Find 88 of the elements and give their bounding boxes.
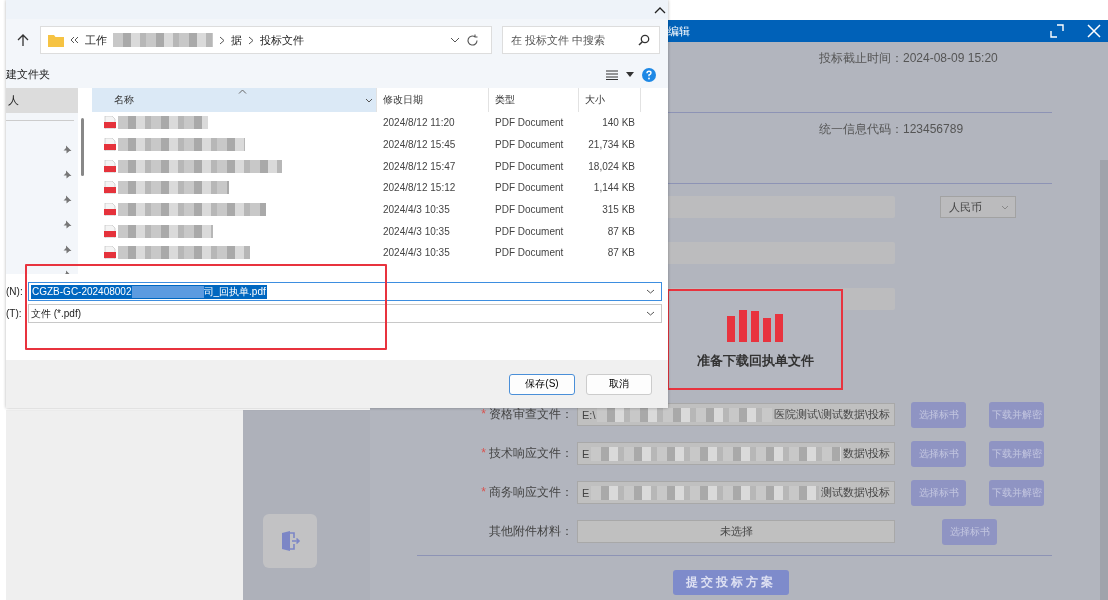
file-path-field[interactable]: E 数据\投标: [577, 442, 895, 465]
search-icon: [638, 34, 650, 46]
type-cell-text: PDF Document: [494, 139, 565, 151]
pin-icon[interactable]: [63, 195, 72, 204]
date-cell-text: 2024/4/3 10:35: [382, 225, 451, 237]
up-arrow-icon[interactable]: [16, 33, 30, 47]
file-type-label: (T):: [6, 308, 23, 319]
field-label: 其他附件材料：: [489, 524, 573, 538]
pdf-file-icon: [104, 224, 116, 238]
chevron-down-icon: [646, 311, 655, 316]
field-label: 商务响应文件：: [489, 485, 573, 499]
size-cell-text: 87 KB: [606, 247, 636, 259]
pdf-file-icon: [104, 116, 116, 130]
cancel-button[interactable]: 取消: [586, 373, 652, 395]
file-path-field[interactable]: E:\ 医院测试\测试数据\投标: [577, 403, 895, 426]
chevron-down-icon: [1001, 204, 1009, 210]
pin-icon[interactable]: [63, 145, 72, 154]
size-cell-text: 87 KB: [606, 225, 636, 237]
chevron-right-icon: [219, 35, 225, 45]
type-cell-text: PDF Document: [494, 160, 565, 172]
maximize-icon[interactable]: [1050, 24, 1064, 38]
deadline-text: 投标截止时间：2024-08-09 15:20: [819, 51, 998, 65]
search-field[interactable]: 在 投标文件 中搜索: [502, 26, 660, 54]
refresh-icon[interactable]: [466, 33, 479, 47]
column-header[interactable]: 类型: [489, 88, 579, 112]
column-header[interactable]: 大小: [579, 88, 641, 112]
chevron-right-icon: [248, 35, 254, 45]
column-header[interactable]: 修改日期: [377, 88, 489, 112]
address-bar[interactable]: 工作 据 投标文件: [40, 26, 492, 54]
chevron-down-icon[interactable]: [365, 98, 373, 103]
pdf-file-icon: [104, 181, 116, 195]
required-mark: *: [481, 446, 486, 460]
type-cell-text: PDF Document: [494, 182, 565, 194]
required-mark: *: [481, 407, 486, 421]
caret-icon[interactable]: [626, 72, 634, 77]
sort-up-icon: [238, 89, 247, 94]
date-cell-text: 2024/4/3 10:35: [382, 204, 451, 216]
pin-icon[interactable]: [63, 245, 72, 254]
door-exit-icon: [279, 530, 301, 552]
chevron-down-icon: [646, 289, 655, 294]
breadcrumb[interactable]: 据: [231, 32, 242, 48]
required-mark: *: [481, 485, 486, 499]
date-cell-text: 2024/8/12 15:47: [382, 160, 457, 172]
size-cell-text: 140 KB: [601, 117, 636, 129]
pdf-file-icon: [104, 159, 116, 173]
chevron-down-icon[interactable]: [450, 37, 460, 43]
close-icon[interactable]: [1086, 23, 1102, 39]
file-type-select[interactable]: 文件 (*.pdf): [28, 304, 662, 323]
list-view-icon[interactable]: [606, 69, 618, 80]
pdf-file-icon: [104, 138, 116, 152]
nav-item[interactable]: 人: [6, 88, 78, 113]
breadcrumb[interactable]: 工作: [85, 32, 107, 48]
type-cell-text: PDF Document: [494, 225, 565, 237]
size-cell-text: 18,024 KB: [587, 160, 636, 172]
pdf-file-icon: [104, 246, 116, 260]
loading-text: 准备下载回执单文件: [696, 351, 814, 370]
new-folder-button[interactable]: 建文件夹: [6, 67, 50, 82]
help-icon[interactable]: [642, 67, 656, 82]
double-chevron-icon: [70, 36, 79, 44]
date-cell-text: 2024/8/12 15:12: [382, 182, 457, 194]
type-cell-text: PDF Document: [494, 247, 565, 259]
type-cell-text: PDF Document: [494, 204, 565, 216]
file-path-field[interactable]: 未选择: [577, 520, 895, 543]
save-button[interactable]: 保存(S): [509, 373, 575, 395]
pdf-file-icon: [104, 203, 116, 217]
breadcrumb[interactable]: 投标文件: [260, 32, 304, 48]
chevron-up-icon[interactable]: [654, 5, 666, 14]
field-label: 资格审查文件：: [489, 407, 573, 421]
loading-bars-icon: [727, 309, 783, 342]
folder-icon: [48, 33, 64, 47]
type-cell-text: PDF Document: [494, 117, 565, 129]
filename-field[interactable]: CGZB-GC-202408002 司_回执单.pdf: [28, 282, 662, 301]
size-cell-text: 1,144 KB: [592, 182, 636, 194]
modal-title: 编辑: [668, 23, 691, 39]
date-cell-text: 2024/8/12 15:45: [382, 139, 457, 151]
size-cell-text: 21,734 KB: [587, 139, 636, 151]
filename-label: (N):: [6, 286, 24, 297]
field-label: 技术响应文件：: [489, 446, 573, 460]
size-cell-text: 315 KB: [601, 204, 636, 216]
credit-code-text: 统一信息代码：123456789: [819, 122, 964, 136]
date-cell-text: 2024/8/12 11:20: [382, 117, 456, 129]
pin-icon[interactable]: [63, 220, 72, 229]
scrollbar[interactable]: [81, 118, 84, 176]
pin-icon[interactable]: [63, 170, 72, 179]
currency-select[interactable]: 人民币: [940, 196, 1016, 218]
column-header[interactable]: 名称: [92, 88, 377, 112]
file-path-field[interactable]: E 测试数据\投标: [577, 481, 895, 504]
date-cell-text: 2024/4/3 10:35: [382, 247, 451, 259]
